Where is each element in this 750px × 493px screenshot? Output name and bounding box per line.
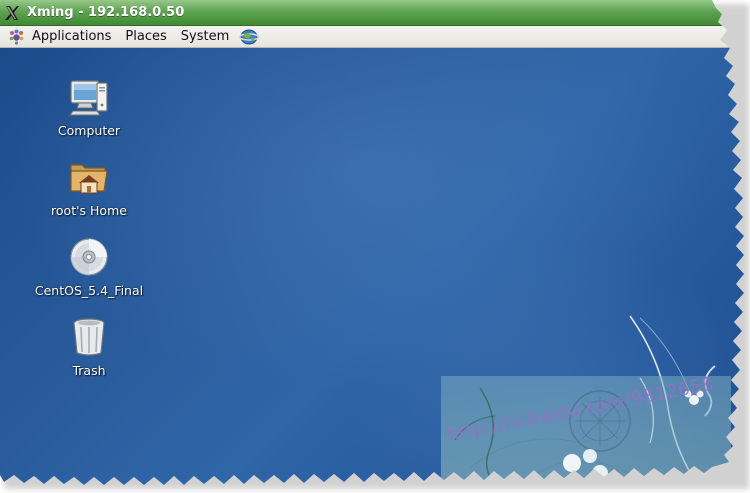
window-title: Xming - 192.168.0.50 (27, 5, 185, 20)
desktop-icon-computer[interactable]: Computer (29, 73, 149, 138)
title-bar[interactable]: Xming - 192.168.0.50 (0, 0, 744, 26)
desktop-icon-label: Trash (72, 363, 106, 378)
desktop: http://hi.baidu.com/9812658 Computer roo… (0, 48, 744, 485)
top-panel: Applications Places System (0, 26, 744, 48)
menu-applications[interactable]: Applications (25, 26, 118, 47)
home-folder-icon (65, 153, 113, 201)
web-browser-globe-icon[interactable] (238, 27, 260, 47)
xming-window: Xming - 192.168.0.50 Applications Places… (0, 0, 744, 485)
desktop-icon-label: Computer (57, 123, 121, 138)
cd-disc-icon (65, 233, 113, 281)
menu-system[interactable]: System (174, 26, 236, 47)
desktop-icon-label: CentOS_5.4_Final (34, 283, 144, 298)
screenshot-frame: Xming - 192.168.0.50 Applications Places… (0, 0, 750, 493)
menu-places[interactable]: Places (118, 26, 173, 47)
computer-icon (65, 73, 113, 121)
desktop-icon-home[interactable]: root's Home (29, 153, 149, 218)
desktop-icon-label: root's Home (51, 203, 127, 218)
desktop-icon-cdrom[interactable]: CentOS_5.4_Final (29, 233, 149, 298)
desktop-icon-trash[interactable]: Trash (29, 313, 149, 378)
trash-icon (65, 313, 113, 361)
gnome-foot-icon[interactable] (7, 28, 25, 46)
x-logo-icon (3, 4, 21, 22)
